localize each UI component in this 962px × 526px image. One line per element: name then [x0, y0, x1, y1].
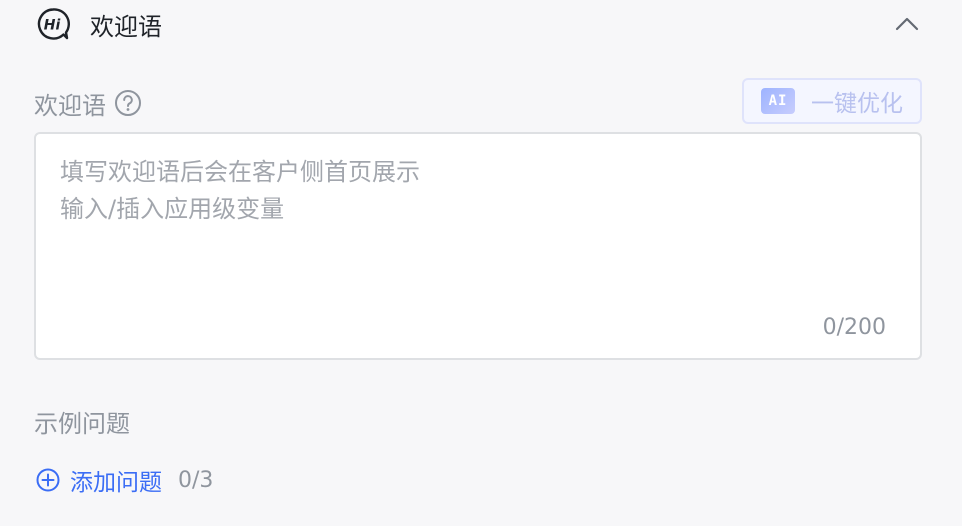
add-question-button[interactable]: 添加问题 [70, 463, 162, 497]
ai-badge-icon: AI [761, 88, 795, 114]
chevron-up-icon[interactable] [894, 12, 920, 36]
welcome-section-header[interactable]: Hi 欢迎语 [36, 6, 926, 42]
hi-icon-text: Hi [44, 18, 61, 34]
character-counter: 0/200 [822, 315, 886, 340]
ai-optimize-button[interactable]: AI 一键优化 [742, 78, 922, 124]
question-count: 0/3 [178, 467, 214, 493]
example-questions-title: 示例问题 [34, 410, 130, 438]
section-title: 欢迎语 [90, 12, 162, 41]
ai-optimize-label: 一键优化 [811, 91, 903, 117]
question-circle-icon[interactable] [114, 89, 142, 117]
welcome-field-label: 欢迎语 [34, 91, 106, 120]
textarea-placeholder-line-2: 输入/插入应用级变量 [60, 195, 285, 223]
textarea-placeholder-line-1: 填写欢迎语后会在客户侧首页展示 [60, 158, 420, 186]
welcome-message-textarea[interactable]: 填写欢迎语后会在客户侧首页展示 输入/插入应用级变量 0/200 [34, 132, 922, 360]
welcome-field-row: 欢迎语 AI 一键优化 [34, 78, 922, 126]
plus-circle-icon[interactable] [36, 468, 60, 492]
hi-chat-icon: Hi [36, 7, 70, 41]
add-question-row: 添加问题 0/3 [36, 462, 213, 498]
